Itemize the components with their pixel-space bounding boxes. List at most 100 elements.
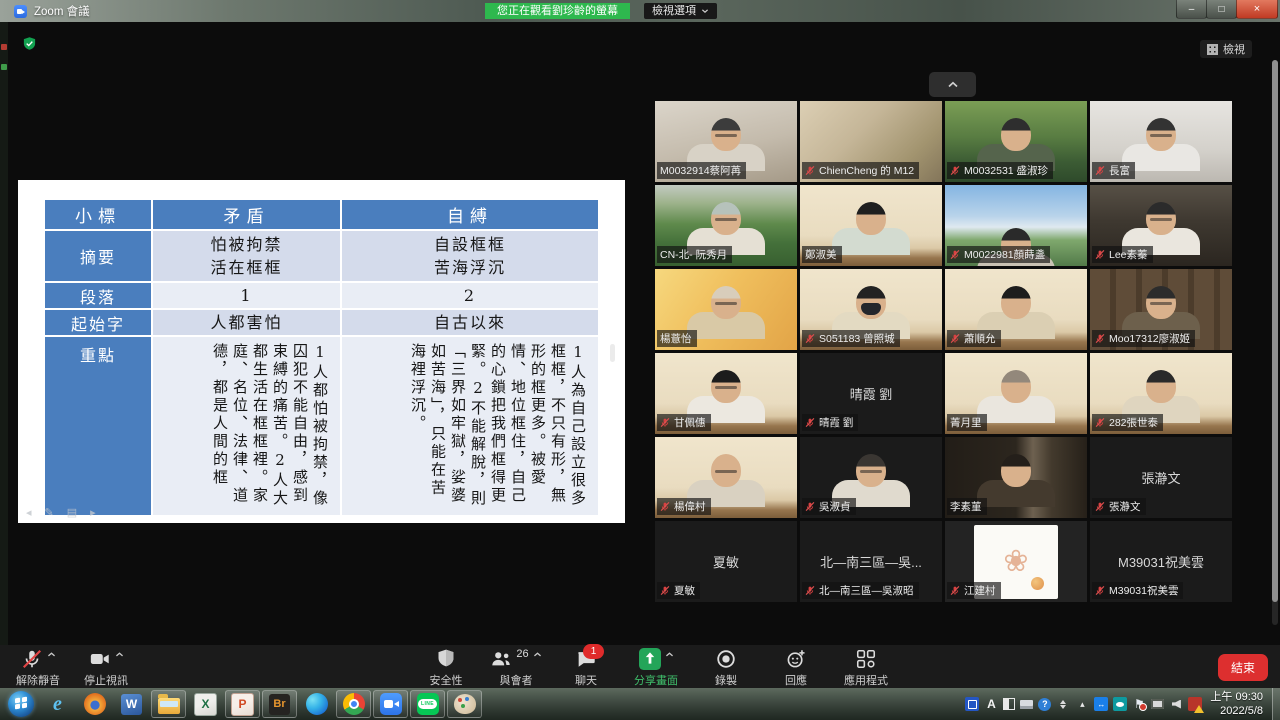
caret-up-icon[interactable]	[115, 649, 124, 661]
tray-icon-warning[interactable]	[1188, 697, 1202, 711]
taskbar-app-firefox[interactable]	[77, 690, 112, 718]
caret-up-icon[interactable]	[47, 649, 56, 661]
tray-icon-half-shape[interactable]	[1003, 698, 1015, 710]
participant-tile[interactable]: CN-北- 阮秀月	[655, 185, 797, 266]
participant-name-label: CN-北- 阮秀月	[657, 246, 732, 263]
slide-panel-icon: ▤	[67, 506, 77, 519]
tray-icon-network[interactable]	[1151, 699, 1164, 709]
table-cell: 2	[342, 283, 598, 308]
participant-tile[interactable]: S051183 曾照城	[800, 269, 942, 350]
stop-video-button[interactable]: 停止視訊	[80, 648, 132, 688]
tray-icon-keyboard[interactable]	[1020, 700, 1033, 709]
participant-tile[interactable]: 蕭順允	[945, 269, 1087, 350]
window-controls: –□×	[1177, 0, 1278, 19]
apps-icon	[855, 648, 877, 673]
taskbar-app-excel[interactable]: X	[188, 690, 223, 718]
close-button[interactable]: ×	[1236, 0, 1278, 19]
taskbar-app-bridge[interactable]: Br	[262, 690, 297, 718]
taskbar-app-explorer[interactable]	[151, 690, 186, 718]
participant-name: 北—南三區—吳淑昭	[819, 583, 914, 598]
participant-tile[interactable]: 張瀞文張瀞文	[1090, 437, 1232, 518]
participant-name: Moo17312廖淑姬	[1109, 331, 1190, 346]
caret-up-icon[interactable]	[533, 649, 542, 661]
participant-tile[interactable]: 楊偉村	[655, 437, 797, 518]
taskbar-app-powerpoint[interactable]: P	[225, 690, 260, 718]
show-desktop-button[interactable]	[1272, 688, 1280, 720]
participant-name: CN-北- 阮秀月	[660, 247, 727, 262]
participants-button[interactable]: 26與會者	[490, 648, 542, 688]
participant-name-label: 吳淑貞	[802, 498, 856, 515]
participant-name: M0032914蔡阿苒	[660, 163, 741, 178]
tray-icon-volume[interactable]	[1169, 697, 1183, 711]
record-icon	[715, 648, 737, 673]
share-button[interactable]: 分享畫面	[630, 648, 682, 688]
taskbar-app-zoom[interactable]	[373, 690, 408, 718]
scrollbar-handle[interactable]	[1272, 60, 1278, 602]
tray-icon-action-flag[interactable]: ⚑	[1132, 697, 1146, 711]
participant-tile[interactable]: Moo17312廖淑姬	[1090, 269, 1232, 350]
mic-off-icon	[660, 585, 670, 596]
participant-tile[interactable]: 甘佩僡	[655, 353, 797, 434]
start-button[interactable]	[3, 690, 38, 718]
reactions-button[interactable]: 回應	[770, 648, 822, 688]
tray-clock[interactable]: 上午 09:30 2022/5/8	[1210, 690, 1263, 719]
divider-handle[interactable]	[610, 344, 615, 362]
caret-up-icon[interactable]	[665, 649, 674, 661]
participant-tile[interactable]: 菁月里	[945, 353, 1087, 434]
taskbar-app-line[interactable]: LINE	[410, 690, 445, 718]
participant-tile[interactable]: 北—南三區—吳...北—南三區—吳淑昭	[800, 521, 942, 602]
collapse-gallery-button[interactable]	[929, 72, 976, 97]
tray-icon-up-down[interactable]	[1056, 697, 1070, 711]
participant-name: 楊偉村	[674, 499, 706, 514]
view-options-button[interactable]: 檢視選項	[644, 3, 717, 19]
apps-button[interactable]: 應用程式	[840, 648, 892, 688]
mic-off-icon	[21, 648, 43, 673]
participant-name-label: 282張世泰	[1092, 414, 1163, 431]
mic-off-icon	[805, 333, 815, 344]
participant-tile[interactable]: 282張世泰	[1090, 353, 1232, 434]
participant-tile[interactable]: 楊薏怡	[655, 269, 797, 350]
participant-tile[interactable]: ❀江建村	[945, 521, 1087, 602]
unmute-button[interactable]: 解除靜音	[12, 648, 64, 688]
participant-name: 長富	[1109, 163, 1130, 178]
participant-tile[interactable]: 李素菫	[945, 437, 1087, 518]
system-tray: A? ▴ ↔ ⚑ 上午 09:30 2022/5/8	[965, 688, 1280, 720]
mic-off-icon	[950, 249, 960, 260]
participant-tile[interactable]: 鄭淑美	[800, 185, 942, 266]
record-button[interactable]: 錄製	[700, 648, 752, 688]
participant-tile[interactable]: M39031祝美雲M39031祝美雲	[1090, 521, 1232, 602]
chat-button[interactable]: 1聊天	[560, 648, 612, 688]
participant-tile[interactable]: Lee素蓁	[1090, 185, 1232, 266]
participant-tile[interactable]: 長富	[1090, 101, 1232, 182]
participant-tile[interactable]: M0032914蔡阿苒	[655, 101, 797, 182]
taskbar-app-word[interactable]: W	[114, 690, 149, 718]
taskbar-app-chrome[interactable]	[336, 690, 371, 718]
tray-icon-hidden-icons[interactable]: ▴	[1075, 697, 1089, 711]
minimize-button[interactable]: –	[1176, 0, 1207, 19]
tray-icon-teamviewer[interactable]: ↔	[1094, 697, 1108, 711]
taskbar-app-edge[interactable]	[299, 690, 334, 718]
screen-watch-notice: 您正在觀看劉珍齡的螢幕	[485, 3, 630, 19]
participant-tile[interactable]: 晴霞 劉晴霞 劉	[800, 353, 942, 434]
taskbar-app-ie[interactable]: e	[40, 690, 75, 718]
button-label: 解除靜音	[16, 672, 60, 688]
participant-tile[interactable]: 夏敏夏敏	[655, 521, 797, 602]
participant-tile[interactable]: ChienCheng 的 M12	[800, 101, 942, 182]
tray-icon-ime[interactable]	[965, 697, 979, 711]
participant-tile[interactable]: 吳淑貞	[800, 437, 942, 518]
tray-icon-monitor-eye[interactable]	[1113, 697, 1127, 711]
tray-icon-lang-a[interactable]: A	[984, 697, 998, 711]
tray-icon-help[interactable]: ?	[1038, 698, 1051, 711]
pen-icon: ✎	[45, 506, 54, 519]
participant-name-label: 楊薏怡	[657, 330, 697, 347]
participant-name-label: ChienCheng 的 M12	[802, 162, 919, 179]
participant-tile[interactable]: M0032531 盛淑珍	[945, 101, 1087, 182]
maximize-button[interactable]: □	[1206, 0, 1237, 19]
end-meeting-button[interactable]: 結束	[1218, 654, 1268, 681]
taskbar-app-paint[interactable]	[447, 690, 482, 718]
view-button[interactable]: 檢視	[1200, 40, 1252, 58]
mic-off-icon	[950, 165, 960, 176]
gallery-scrollbar[interactable]	[1272, 60, 1278, 625]
security-button[interactable]: 安全性	[420, 648, 472, 688]
participant-tile[interactable]: M0022981顏蒔盞	[945, 185, 1087, 266]
